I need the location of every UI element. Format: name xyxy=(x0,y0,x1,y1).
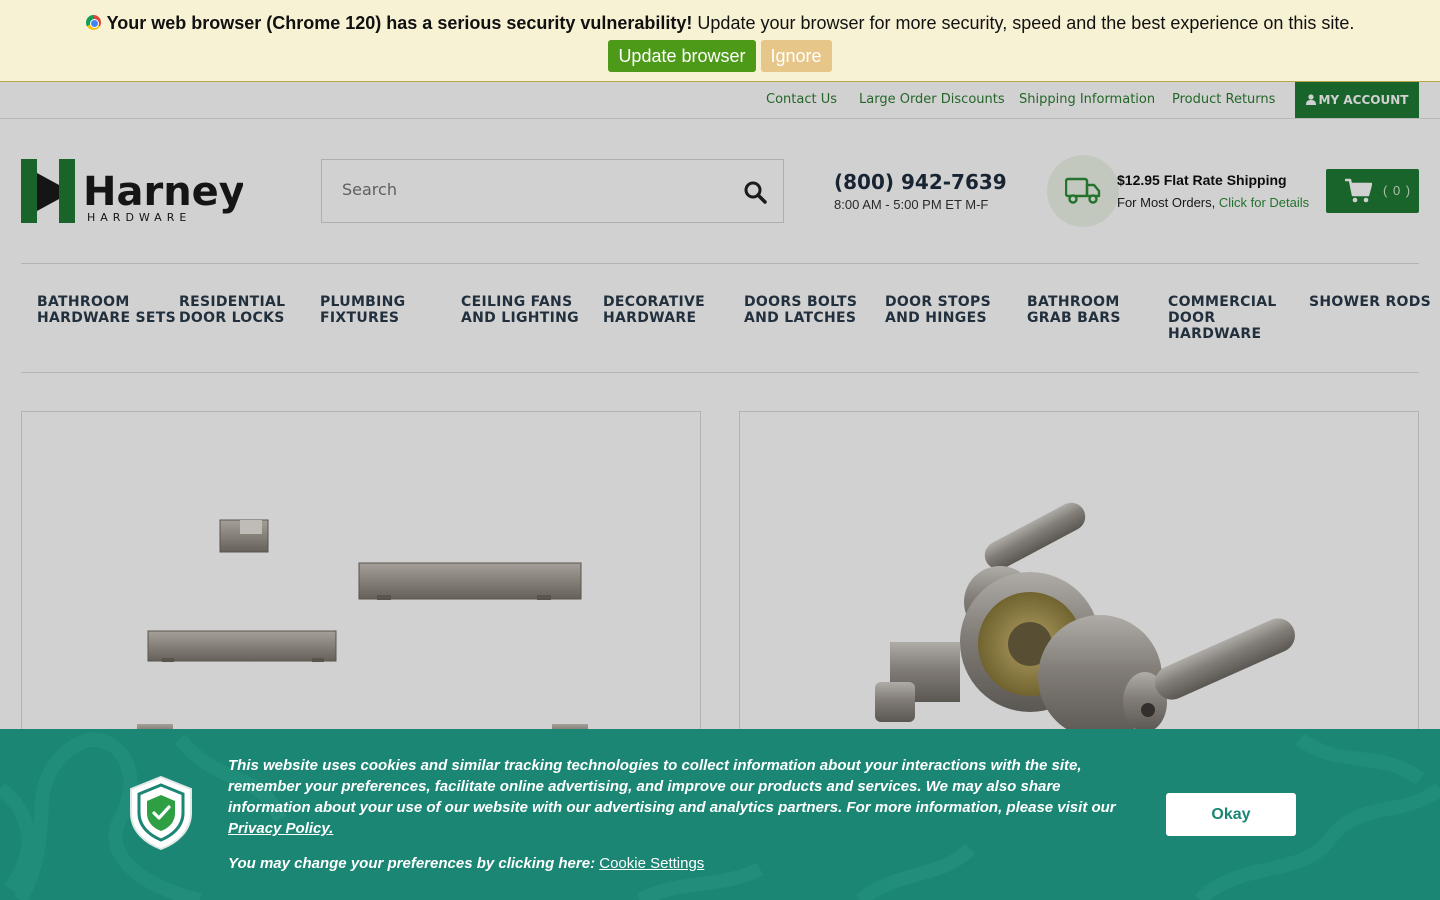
nav-label: BATHROOM GRAB BARS xyxy=(1027,294,1121,326)
cookie-message: This website uses cookies and similar tr… xyxy=(228,755,1128,839)
nav-label: BATHROOM HARDWARE SETS xyxy=(37,294,176,326)
harney-hardware-logo[interactable]: Harney HARDWARE xyxy=(21,159,245,224)
shipping-information-link[interactable]: Shipping Information xyxy=(1019,92,1155,107)
search-box xyxy=(321,159,784,223)
business-hours: 8:00 AM - 5:00 PM ET M-F xyxy=(834,197,989,212)
nav-ceiling-fans-lighting[interactable]: CEILING FANS AND LIGHTING xyxy=(461,294,579,326)
okay-button[interactable]: Okay xyxy=(1166,793,1296,836)
nav-label: COMMERCIAL DOOR HARDWARE xyxy=(1168,294,1277,342)
cookie-settings-link[interactable]: Cookie Settings xyxy=(599,855,704,872)
nav-decorative-hardware[interactable]: DECORATIVE HARDWARE xyxy=(603,294,705,326)
nav-residential-door-locks[interactable]: RESIDENTIAL DOOR LOCKS xyxy=(179,294,285,326)
shipping-sub-text: For Most Orders, xyxy=(1117,195,1219,210)
my-account-label: MY ACCOUNT xyxy=(1318,93,1409,107)
nav-label: RESIDENTIAL DOOR LOCKS xyxy=(179,294,286,326)
nav-divider-top xyxy=(21,263,1419,264)
shield-icon xyxy=(130,775,192,851)
phone-number[interactable]: (800) 942-7639 xyxy=(834,170,1007,194)
privacy-policy-link[interactable]: Privacy Policy. xyxy=(228,820,333,837)
shipping-details-link[interactable]: Click for Details xyxy=(1219,195,1309,210)
search-icon[interactable] xyxy=(743,180,767,204)
nav-label: CEILING FANS AND LIGHTING xyxy=(461,294,579,326)
nav-plumbing-fixtures[interactable]: PLUMBING FIXTURES xyxy=(320,294,405,326)
nav-label: DECORATIVE HARDWARE xyxy=(603,294,706,326)
shipping-title: $12.95 Flat Rate Shipping xyxy=(1117,172,1287,188)
nav-label: DOORS BOLTS AND LATCHES xyxy=(744,294,858,326)
product-returns-link[interactable]: Product Returns xyxy=(1172,92,1275,107)
browser-warning-bar: Your web browser (Chrome 120) has a seri… xyxy=(0,0,1440,82)
browser-warning-message: Your web browser (Chrome 120) has a seri… xyxy=(0,13,1440,34)
logo-main-text: Harney xyxy=(83,169,243,215)
nav-label: DOOR STOPS AND HINGES xyxy=(885,294,991,326)
shipping-subtitle: For Most Orders, Click for Details xyxy=(1117,195,1309,210)
my-account-button[interactable]: MY ACCOUNT xyxy=(1295,82,1419,118)
warning-bold-text: Your web browser (Chrome 120) has a seri… xyxy=(106,13,693,33)
logo-sub-text: HARDWARE xyxy=(87,211,191,223)
ignore-button[interactable]: Ignore xyxy=(760,40,832,72)
nav-label: SHOWER RODS xyxy=(1309,294,1432,310)
nav-label: PLUMBING FIXTURES xyxy=(320,294,406,326)
cart-icon xyxy=(1345,178,1372,203)
nav-bathroom-hardware-sets[interactable]: BATHROOM HARDWARE SETS xyxy=(37,294,176,326)
nav-commercial-door-hardware[interactable]: COMMERCIAL DOOR HARDWARE xyxy=(1168,294,1277,342)
cart-button[interactable]: ( 0 ) xyxy=(1326,169,1419,213)
nav-bathroom-grab-bars[interactable]: BATHROOM GRAB BARS xyxy=(1027,294,1121,326)
cookie-message-text: This website uses cookies and similar tr… xyxy=(228,757,1116,816)
nav-divider-bottom xyxy=(21,372,1419,373)
search-input[interactable] xyxy=(342,180,722,199)
cookie-consent-banner: This website uses cookies and similar tr… xyxy=(0,729,1440,900)
cart-count: ( 0 ) xyxy=(1383,183,1412,198)
large-order-discounts-link[interactable]: Large Order Discounts xyxy=(859,92,1005,107)
chrome-icon xyxy=(85,15,101,30)
utility-nav: Contact Us Large Order Discounts Shippin… xyxy=(0,82,1440,119)
nav-door-stops-hinges[interactable]: DOOR STOPS AND HINGES xyxy=(885,294,991,326)
contact-us-link[interactable]: Contact Us xyxy=(766,92,837,107)
cookie-preferences: You may change your preferences by click… xyxy=(228,855,704,872)
update-browser-button[interactable]: Update browser xyxy=(608,40,756,72)
nav-doors-bolts-latches[interactable]: DOORS BOLTS AND LATCHES xyxy=(744,294,857,326)
truck-icon xyxy=(1065,177,1101,204)
shipping-badge xyxy=(1047,155,1119,227)
user-icon xyxy=(1305,94,1316,105)
warning-text: Update your browser for more security, s… xyxy=(692,13,1355,33)
cookie-pref-text: You may change your preferences by click… xyxy=(228,855,600,872)
nav-shower-rods[interactable]: SHOWER RODS xyxy=(1309,294,1431,310)
